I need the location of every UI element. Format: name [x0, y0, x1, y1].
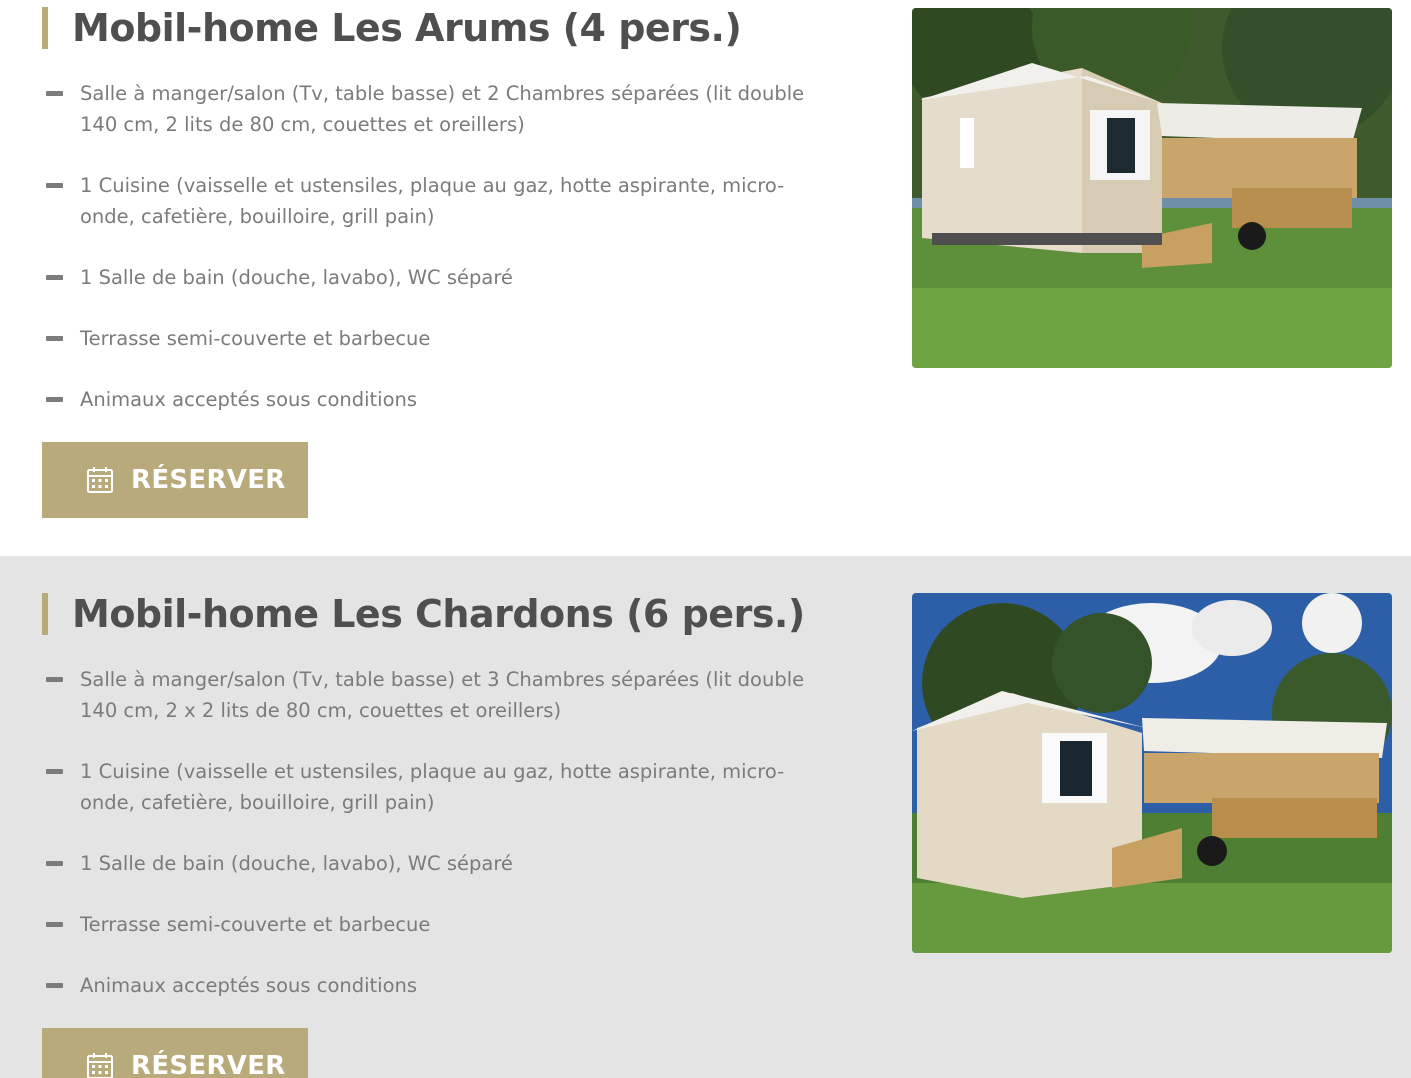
- dash-icon: [46, 336, 63, 341]
- calendar-icon: [87, 1053, 113, 1078]
- listing-photo: [912, 593, 1392, 953]
- listing-chardons: Mobil-home Les Chardons (6 pers.) Salle …: [0, 556, 1411, 1078]
- feature-item: Salle à manger/salon (Tv, table basse) e…: [46, 78, 806, 140]
- listing-title-wrap: Mobil-home Les Chardons (6 pers.): [42, 592, 805, 636]
- reserve-button-label: RÉSERVER: [131, 1051, 286, 1078]
- listing-arums: Mobil-home Les Arums (4 pers.) Salle à m…: [0, 0, 1411, 556]
- feature-item: 1 Salle de bain (douche, lavabo), WC sép…: [46, 848, 806, 879]
- feature-item: Animaux acceptés sous conditions: [46, 970, 806, 1001]
- title-accent-bar: [42, 7, 48, 49]
- dash-icon: [46, 275, 63, 280]
- dash-icon: [46, 922, 63, 927]
- listing-photo: [912, 8, 1392, 368]
- listing-title: Mobil-home Les Arums (4 pers.): [72, 6, 742, 50]
- feature-item: Salle à manger/salon (Tv, table basse) e…: [46, 664, 806, 726]
- dash-icon: [46, 91, 63, 96]
- dash-icon: [46, 397, 63, 402]
- listing-title-wrap: Mobil-home Les Arums (4 pers.): [42, 6, 742, 50]
- feature-list: Salle à manger/salon (Tv, table basse) e…: [46, 664, 806, 1031]
- dash-icon: [46, 983, 63, 988]
- dash-icon: [46, 183, 63, 188]
- feature-item: Terrasse semi-couverte et barbecue: [46, 323, 806, 354]
- feature-item: 1 Cuisine (vaisselle et ustensiles, plaq…: [46, 170, 806, 232]
- feature-item: 1 Salle de bain (douche, lavabo), WC sép…: [46, 262, 806, 293]
- reserve-button[interactable]: RÉSERVER: [42, 442, 308, 518]
- reserve-button[interactable]: RÉSERVER: [42, 1028, 308, 1078]
- feature-item: 1 Cuisine (vaisselle et ustensiles, plaq…: [46, 756, 806, 818]
- reserve-button-label: RÉSERVER: [131, 465, 286, 495]
- dash-icon: [46, 677, 63, 682]
- dash-icon: [46, 861, 63, 866]
- feature-item: Terrasse semi-couverte et barbecue: [46, 909, 806, 940]
- feature-list: Salle à manger/salon (Tv, table basse) e…: [46, 78, 806, 445]
- dash-icon: [46, 769, 63, 774]
- title-accent-bar: [42, 593, 48, 635]
- feature-item: Animaux acceptés sous conditions: [46, 384, 806, 415]
- listing-title: Mobil-home Les Chardons (6 pers.): [72, 592, 805, 636]
- calendar-icon: [87, 467, 113, 493]
